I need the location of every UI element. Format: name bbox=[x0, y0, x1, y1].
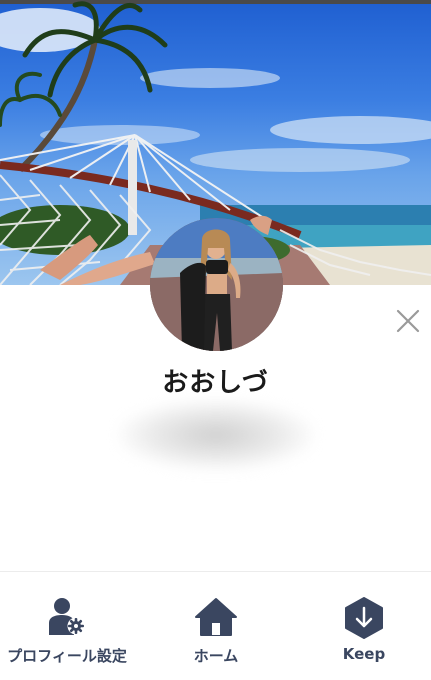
nav-home[interactable]: ホーム bbox=[149, 572, 283, 680]
nav-keep-label: Keep bbox=[342, 645, 386, 663]
keep-icon bbox=[345, 597, 383, 639]
nav-home-label: ホーム bbox=[193, 647, 239, 665]
nav-profile-settings-label: プロフィール設定 bbox=[7, 647, 127, 665]
profile-settings-icon bbox=[49, 598, 85, 635]
nav-keep[interactable]: Keep bbox=[297, 572, 431, 680]
bottom-nav: プロフィール設定 ホーム Keep bbox=[0, 571, 431, 680]
nav-profile-settings[interactable]: プロフィール設定 bbox=[0, 572, 134, 680]
profile-avatar[interactable] bbox=[150, 218, 283, 351]
profile-name: おおしづ bbox=[162, 368, 269, 398]
close-button[interactable] bbox=[393, 306, 423, 336]
close-icon bbox=[396, 309, 420, 333]
avatar-image bbox=[150, 218, 283, 351]
status-message-blurred bbox=[118, 400, 314, 470]
home-icon bbox=[195, 598, 237, 636]
